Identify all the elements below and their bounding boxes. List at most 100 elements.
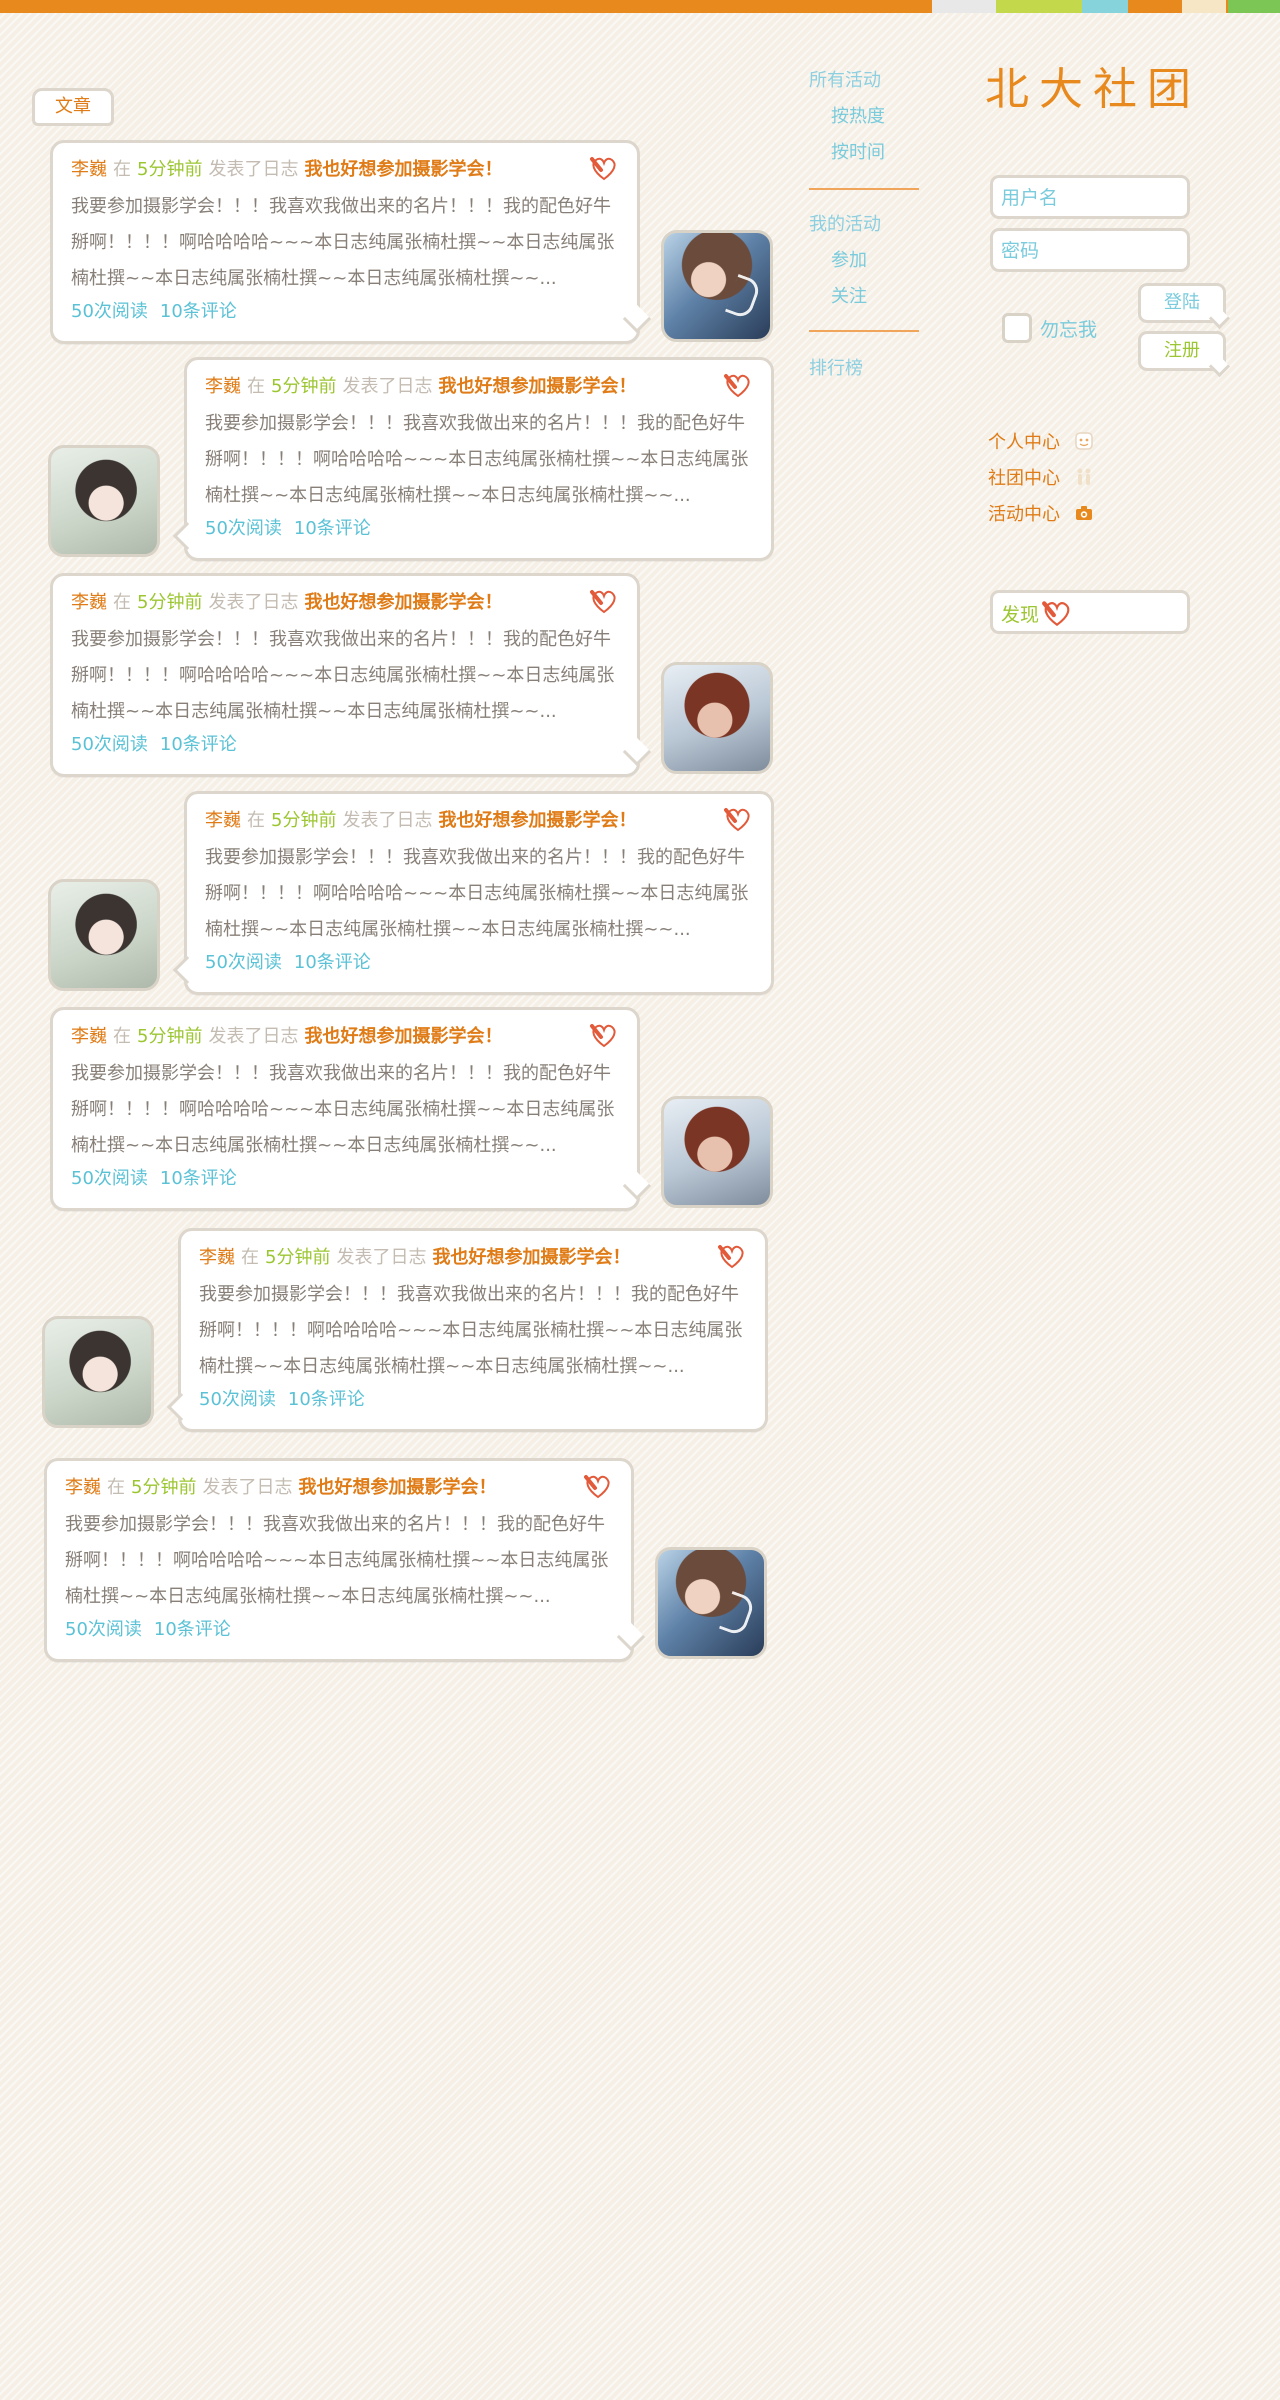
like-heart-icon[interactable]	[589, 1022, 619, 1048]
strip-segment-cyan	[1082, 0, 1128, 13]
avatar[interactable]	[655, 1547, 767, 1659]
button-tail	[1208, 355, 1231, 378]
like-heart-icon[interactable]	[717, 1243, 747, 1269]
remember-checkbox[interactable]	[1002, 313, 1032, 343]
post-author[interactable]: 李巍	[205, 810, 241, 831]
post-bubble: 李巍在 5分钟前 发表了日志 我也好想参加摄影学会！ 我要参加摄影学会！！！我喜欢我做…	[50, 140, 652, 344]
password-field[interactable]	[990, 228, 1190, 272]
avatar[interactable]	[661, 662, 773, 774]
post-action: 发表了日志	[202, 1477, 293, 1498]
site-logo[interactable]: 北大社团	[985, 64, 1231, 112]
post-meta: 李巍在 5分钟前 发表了日志 我也好想参加摄影学会！	[205, 808, 753, 834]
post-reads[interactable]: 50次阅读	[71, 301, 148, 322]
discover-search[interactable]: 发现	[990, 590, 1190, 634]
post-action: 发表了日志	[208, 1026, 299, 1047]
post-author[interactable]: 李巍	[71, 592, 107, 613]
username-field[interactable]	[990, 175, 1190, 219]
avatar[interactable]	[48, 879, 160, 991]
login-button[interactable]: 登陆	[1138, 283, 1231, 330]
like-heart-icon[interactable]	[589, 155, 619, 181]
post-reads[interactable]: 50次阅读	[205, 518, 282, 539]
post-title[interactable]: 我也好想参加摄影学会！	[438, 376, 636, 397]
post-body: 我要参加摄影学会！！！我喜欢我做出来的名片！！！我的配色好牛掰啊！！！！啊哈哈哈…	[65, 1514, 609, 1607]
post-bubble: 李巍在 5分钟前 发表了日志 我也好想参加摄影学会！ 我要参加摄影学会！！！我喜欢我做…	[172, 357, 774, 561]
post-comments[interactable]: 10条评论	[160, 301, 237, 322]
remember-label[interactable]: 勿忘我	[1040, 315, 1097, 342]
post-time: 5分钟前	[137, 592, 203, 613]
like-heart-icon[interactable]	[723, 806, 753, 832]
post-time: 5分钟前	[137, 159, 203, 180]
post-title[interactable]: 我也好想参加摄影学会！	[432, 1247, 630, 1268]
bubble-tail	[616, 1622, 646, 1652]
post-action: 发表了日志	[208, 159, 299, 180]
nav-ranking[interactable]: 排行榜	[809, 356, 863, 382]
personal-center-link[interactable]: 个人中心	[988, 428, 1094, 454]
username-input[interactable]	[999, 178, 1185, 218]
post-comments[interactable]: 10条评论	[160, 734, 237, 755]
bubble-tail	[172, 955, 202, 985]
bubble-tail	[622, 737, 652, 767]
post-reads[interactable]: 50次阅读	[205, 952, 282, 973]
post-meta: 李巍在 5分钟前 发表了日志 我也好想参加摄影学会！	[65, 1475, 613, 1501]
post-comments[interactable]: 10条评论	[160, 1168, 237, 1189]
post-reads[interactable]: 50次阅读	[71, 734, 148, 755]
avatar[interactable]	[42, 1316, 154, 1428]
post-reads[interactable]: 50次阅读	[199, 1389, 276, 1410]
post-title[interactable]: 我也好想参加摄影学会！	[298, 1477, 496, 1498]
post-author[interactable]: 李巍	[205, 376, 241, 397]
post-reads[interactable]: 50次阅读	[65, 1619, 142, 1640]
people-icon	[1077, 468, 1091, 485]
nav-all-activities[interactable]: 所有活动	[809, 68, 881, 94]
post-title[interactable]: 我也好想参加摄影学会！	[304, 1026, 502, 1047]
top-color-strip	[0, 0, 1280, 13]
password-input[interactable]	[999, 231, 1185, 271]
post-action: 发表了日志	[208, 592, 299, 613]
nav-by-time[interactable]: 按时间	[831, 140, 885, 166]
post-meta: 李巍在 5分钟前 发表了日志 我也好想参加摄影学会！	[71, 1024, 619, 1050]
club-center-link[interactable]: 社团中心	[988, 464, 1094, 490]
post-reads[interactable]: 50次阅读	[71, 1168, 148, 1189]
nav-by-heat[interactable]: 按热度	[831, 104, 885, 130]
bubble-tail	[622, 304, 652, 334]
club-center-label: 社团中心	[988, 468, 1060, 489]
post-author[interactable]: 李巍	[71, 1026, 107, 1047]
post-body: 我要参加摄影学会！！！我喜欢我做出来的名片！！！我的配色好牛掰啊！！！！啊哈哈哈…	[205, 413, 749, 506]
nav-my-activities[interactable]: 我的活动	[809, 212, 881, 238]
avatar[interactable]	[661, 1096, 773, 1208]
post-time: 5分钟前	[131, 1477, 197, 1498]
nav-follow[interactable]: 关注	[831, 284, 867, 310]
post-action: 发表了日志	[342, 376, 433, 397]
post-body: 我要参加摄影学会！！！我喜欢我做出来的名片！！！我的配色好牛掰啊！！！！啊哈哈哈…	[199, 1284, 743, 1377]
post-stats: 50次阅读 10条评论	[71, 1166, 619, 1192]
like-heart-icon[interactable]	[723, 372, 753, 398]
post-bubble: 李巍在 5分钟前 发表了日志 我也好想参加摄影学会！ 我要参加摄影学会！！！我喜欢我做…	[166, 1228, 768, 1432]
strip-segment-grey	[932, 0, 996, 13]
post-title[interactable]: 我也好想参加摄影学会！	[438, 810, 636, 831]
discover-label: 发现	[1001, 604, 1040, 626]
avatar[interactable]	[661, 230, 773, 342]
post-preposition: 在	[113, 159, 131, 180]
section-tab-articles[interactable]: 文章	[32, 88, 114, 126]
post-title[interactable]: 我也好想参加摄影学会！	[304, 592, 502, 613]
bubble-tail	[166, 1392, 196, 1422]
post-bubble: 李巍在 5分钟前 发表了日志 我也好想参加摄影学会！ 我要参加摄影学会！！！我喜欢我做…	[44, 1458, 646, 1662]
like-heart-icon[interactable]	[589, 588, 619, 614]
post-author[interactable]: 李巍	[71, 159, 107, 180]
post-meta: 李巍在 5分钟前 发表了日志 我也好想参加摄影学会！	[71, 590, 619, 616]
post-comments[interactable]: 10条评论	[154, 1619, 231, 1640]
post-preposition: 在	[247, 376, 265, 397]
post-author[interactable]: 李巍	[65, 1477, 101, 1498]
post-title[interactable]: 我也好想参加摄影学会！	[304, 159, 502, 180]
login-button-label: 登陆	[1164, 292, 1200, 313]
post-comments[interactable]: 10条评论	[294, 518, 371, 539]
activity-center-link[interactable]: 活动中心	[988, 500, 1094, 526]
like-heart-icon[interactable]	[583, 1473, 613, 1499]
post-author[interactable]: 李巍	[199, 1247, 235, 1268]
nav-join[interactable]: 参加	[831, 248, 867, 274]
register-button[interactable]: 注册	[1138, 331, 1231, 378]
post-comments[interactable]: 10条评论	[288, 1389, 365, 1410]
post-comments[interactable]: 10条评论	[294, 952, 371, 973]
post-meta: 李巍在 5分钟前 发表了日志 我也好想参加摄影学会！	[71, 157, 619, 183]
post-preposition: 在	[113, 592, 131, 613]
avatar[interactable]	[48, 445, 160, 557]
